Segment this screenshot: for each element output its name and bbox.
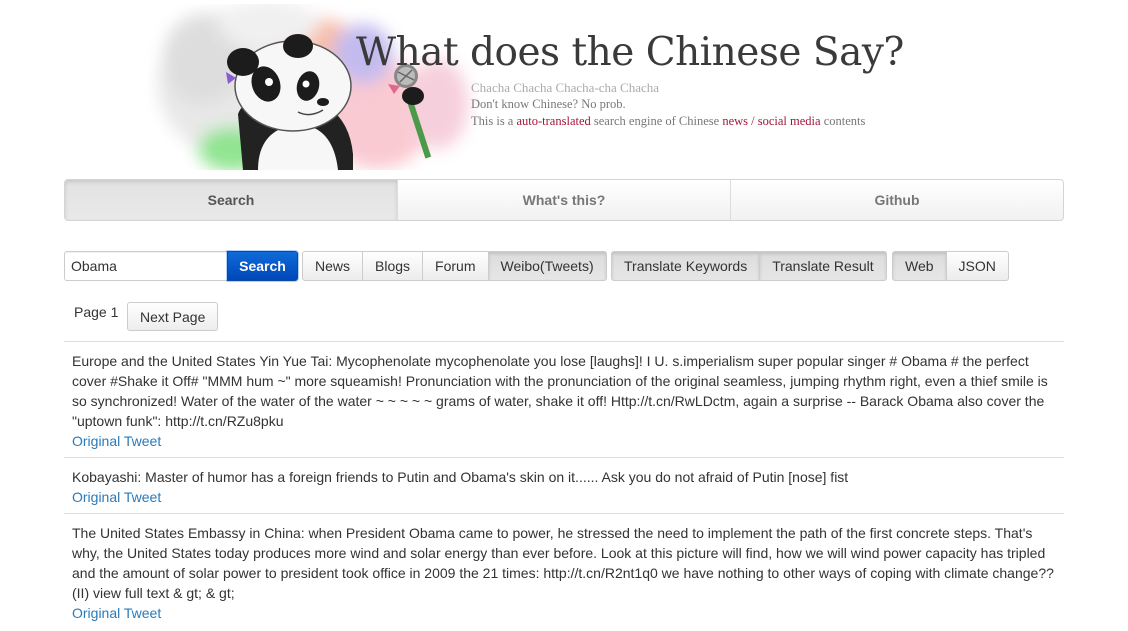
source-weibo-button[interactable]: Weibo(Tweets): [488, 251, 607, 281]
subtitle-middle: search engine of Chinese: [590, 114, 723, 128]
output-format-group: Web JSON: [892, 251, 1009, 281]
format-web-button[interactable]: Web: [892, 251, 947, 281]
site-tagline: Chacha Chacha Chacha-cha Chacha: [471, 80, 660, 95]
original-tweet-link[interactable]: Original Tweet: [72, 487, 161, 507]
search-button[interactable]: Search: [227, 251, 298, 281]
site-subtitle-line-1: Don't know Chinese? No prob.: [471, 97, 626, 111]
search-input[interactable]: [64, 251, 227, 281]
nav-tab-search[interactable]: Search: [65, 180, 397, 220]
nav-tab-whats-this[interactable]: What's this?: [397, 180, 730, 220]
site-title: What does the Chinese Say?: [356, 30, 904, 75]
result-text: The United States Embassy in China: when…: [72, 525, 1054, 601]
news-social-media-link[interactable]: news / social media: [722, 114, 820, 128]
result-text: Kobayashi: Master of humor has a foreign…: [72, 469, 849, 485]
original-tweet-link[interactable]: Original Tweet: [72, 603, 161, 623]
source-forum-button[interactable]: Forum: [423, 251, 489, 281]
translate-keywords-button[interactable]: Translate Keywords: [611, 251, 761, 281]
auto-translated-link[interactable]: auto-translated: [516, 114, 590, 128]
result-item: The United States Embassy in China: when…: [64, 513, 1064, 629]
nav-tab-github[interactable]: Github: [730, 180, 1063, 220]
format-json-button[interactable]: JSON: [946, 251, 1009, 281]
next-page-button[interactable]: Next Page: [127, 302, 219, 331]
source-blogs-button[interactable]: Blogs: [363, 251, 424, 281]
subtitle-suffix: contents: [820, 114, 866, 128]
panda-mascot-logo: [158, 4, 468, 170]
site-subtitle-line-2: This is a auto-translated search engine …: [471, 114, 865, 129]
result-item: Europe and the United States Yin Yue Tai…: [64, 341, 1064, 457]
translate-option-group: Translate Keywords Translate Result: [611, 251, 887, 281]
result-text: Europe and the United States Yin Yue Tai…: [72, 353, 1048, 429]
source-news-button[interactable]: News: [302, 251, 364, 281]
subtitle-prefix: This is a: [471, 114, 517, 128]
site-header: What does the Chinese Say? Chacha Chacha…: [0, 0, 1128, 175]
results-list: Europe and the United States Yin Yue Tai…: [64, 341, 1064, 629]
result-item: Kobayashi: Master of humor has a foreign…: [64, 457, 1064, 513]
original-tweet-link[interactable]: Original Tweet: [72, 431, 161, 451]
source-filter-group: News Blogs Forum Weibo(Tweets): [302, 251, 607, 281]
page-indicator: Page 1: [74, 304, 119, 320]
main-nav: Search What's this? Github: [64, 179, 1064, 221]
translate-result-button[interactable]: Translate Result: [760, 251, 887, 281]
